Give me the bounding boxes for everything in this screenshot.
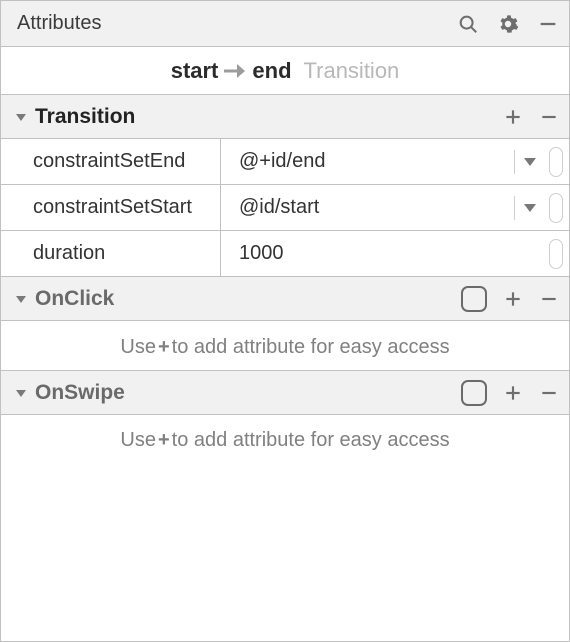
onswipe-hint: Use + to add attribute for easy access xyxy=(1,415,569,641)
plus-icon[interactable] xyxy=(503,107,523,127)
panel-header: Attributes xyxy=(1,1,569,47)
attributes-panel: Attributes start xyxy=(0,0,570,642)
checkbox-icon[interactable] xyxy=(461,286,487,312)
section-header-onswipe[interactable]: OnSwipe xyxy=(1,371,569,415)
attr-value: @id/start xyxy=(239,196,506,219)
hint-plus: + xyxy=(158,336,170,359)
gear-icon[interactable] xyxy=(497,13,519,35)
section-title: Transition xyxy=(35,105,503,129)
checkbox-icon[interactable] xyxy=(461,380,487,406)
section-title: OnSwipe xyxy=(35,381,461,405)
transition-start-label: start xyxy=(171,58,219,84)
minimize-icon[interactable] xyxy=(537,13,559,35)
chevron-down-icon xyxy=(15,111,27,123)
attr-row-constraintsetstart[interactable]: constraintSetStart @id/start xyxy=(1,185,569,231)
attr-value-field[interactable]: @+id/end xyxy=(221,139,569,184)
attr-label: constraintSetStart xyxy=(1,185,221,230)
hint-post: to add attribute for easy access xyxy=(172,336,450,359)
minus-icon[interactable] xyxy=(539,107,559,127)
hint-plus: + xyxy=(158,429,170,452)
section-header-transition[interactable]: Transition xyxy=(1,95,569,139)
attr-label: duration xyxy=(1,231,221,276)
transition-type-label: Transition xyxy=(304,58,400,84)
divider xyxy=(514,150,515,174)
attr-row-constraintsetend[interactable]: constraintSetEnd @+id/end xyxy=(1,139,569,185)
hint-pre: Use xyxy=(120,336,156,359)
resource-picker-icon[interactable] xyxy=(549,147,563,177)
transition-end-label: end xyxy=(252,58,291,84)
section-header-onclick[interactable]: OnClick xyxy=(1,277,569,321)
search-icon[interactable] xyxy=(457,13,479,35)
resource-picker-icon[interactable] xyxy=(549,239,563,269)
onclick-hint: Use + to add attribute for easy access xyxy=(1,321,569,371)
minus-icon[interactable] xyxy=(539,289,559,309)
transition-breadcrumb: start end Transition xyxy=(1,47,569,95)
hint-post: to add attribute for easy access xyxy=(172,429,450,452)
attr-value-field[interactable]: @id/start xyxy=(221,185,569,230)
divider xyxy=(514,196,515,220)
hint-pre: Use xyxy=(120,429,156,452)
chevron-down-icon[interactable] xyxy=(523,203,537,213)
chevron-down-icon[interactable] xyxy=(523,157,537,167)
section-title: OnClick xyxy=(35,287,461,311)
attr-value: @+id/end xyxy=(239,150,506,173)
attr-value: 1000 xyxy=(239,242,543,265)
header-actions xyxy=(457,13,559,35)
attr-label: constraintSetEnd xyxy=(1,139,221,184)
chevron-down-icon xyxy=(15,293,27,305)
minus-icon[interactable] xyxy=(539,383,559,403)
plus-icon[interactable] xyxy=(503,289,523,309)
arrow-right-icon xyxy=(224,62,246,80)
plus-icon[interactable] xyxy=(503,383,523,403)
resource-picker-icon[interactable] xyxy=(549,193,563,223)
attr-row-duration[interactable]: duration 1000 xyxy=(1,231,569,277)
panel-title: Attributes xyxy=(17,12,457,35)
attr-value-field[interactable]: 1000 xyxy=(221,231,569,276)
chevron-down-icon xyxy=(15,387,27,399)
